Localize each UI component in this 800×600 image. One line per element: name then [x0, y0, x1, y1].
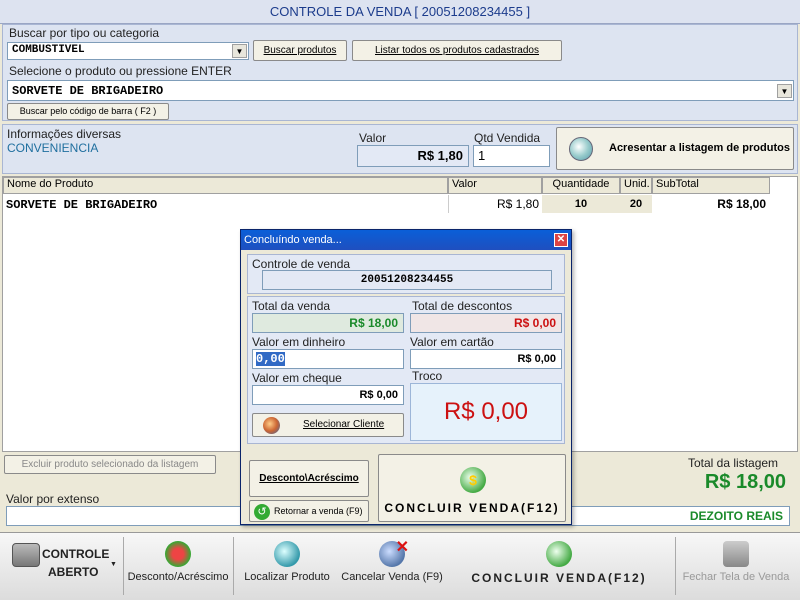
- close-icon: ✕: [395, 539, 409, 556]
- search-products-label: Buscar produtos: [263, 45, 337, 56]
- toolbar-cancelar-label: Cancelar Venda (F9): [341, 571, 443, 583]
- dinheiro-label: Valor em dinheiro: [252, 335, 346, 349]
- discount-icon: [165, 541, 191, 567]
- toolbar-localizar-button[interactable]: Localizar Produto: [240, 541, 334, 583]
- dialog-desconto-button[interactable]: Desconto\Acréscimo: [249, 460, 369, 497]
- toolbar-separator: [233, 537, 234, 595]
- product-select-value: SORVETE DE BRIGADEIRO: [12, 84, 164, 98]
- toolbar-concluir-label: CONCLUIR VENDA(F12): [471, 571, 647, 585]
- dialog-title: Concluíndo venda...: [241, 230, 571, 250]
- toolbar-localizar-label: Localizar Produto: [244, 571, 330, 583]
- cheque-label: Valor em cheque: [252, 371, 342, 385]
- cell-valor: R$ 1,80: [448, 195, 542, 213]
- money-globe-icon: [546, 541, 572, 567]
- control-field: 20051208234455: [262, 270, 552, 290]
- qty-label: Qtd Vendida: [474, 131, 541, 145]
- exit-door-icon: [723, 541, 749, 567]
- bottom-toolbar: CONTROLE ABERTO ▼ Desconto/Acréscimo Loc…: [0, 532, 800, 600]
- list-all-products-label: Listar todos os produtos cadastrados: [375, 45, 539, 56]
- cell-qtd: 10: [542, 195, 620, 213]
- toolbar-concluir-button[interactable]: CONCLUIR VENDA(F12): [466, 541, 652, 585]
- add-to-list-button[interactable]: Acresentar a listagem de produtos: [556, 127, 794, 170]
- remove-product-button[interactable]: Excluir produto selecionado da listagem: [4, 455, 216, 474]
- col-header-subtotal[interactable]: SubTotal: [652, 177, 770, 194]
- category-select-value: COMBUSTIVEL: [12, 44, 85, 56]
- window-title: CONTROLE DA VENDA [ 20051208234455 ]: [0, 0, 800, 24]
- conclude-sale-dialog: Concluíndo venda... ✕ Controle de venda …: [240, 229, 572, 525]
- money-globe-icon: $: [460, 467, 486, 493]
- dialog-payment-panel: Total da venda R$ 18,00 Total de descont…: [247, 296, 565, 444]
- cartao-label: Valor em cartão: [410, 335, 494, 349]
- product-select[interactable]: SORVETE DE BRIGADEIRO ▼: [7, 80, 794, 101]
- total-listing-value: R$ 18,00: [704, 471, 786, 493]
- controle-line1: CONTROLE: [42, 547, 110, 561]
- col-header-name[interactable]: Nome do Produto: [3, 177, 448, 194]
- cartao-field[interactable]: R$ 0,00: [410, 349, 562, 369]
- total-venda-label: Total da venda: [252, 299, 331, 313]
- total-desc-label: Total de descontos: [412, 299, 513, 313]
- category-label: Buscar por tipo ou categoria: [9, 26, 160, 40]
- troco-label: Troco: [412, 369, 443, 383]
- list-all-products-button[interactable]: Listar todos os produtos cadastrados: [352, 40, 562, 61]
- select-client-button[interactable]: Selecionar Cliente: [252, 413, 404, 437]
- misc-info-label: Informações diversas: [7, 127, 122, 141]
- toolbar-cancelar-button[interactable]: ✕ Cancelar Venda (F9): [340, 539, 444, 583]
- total-venda-field: R$ 18,00: [252, 313, 404, 333]
- category-select[interactable]: COMBUSTIVEL ▼: [7, 42, 249, 60]
- troco-box: R$ 0,00: [410, 383, 562, 441]
- cancel-icon: ✕: [379, 539, 409, 567]
- search-product-icon: [274, 541, 300, 567]
- control-label: Controle de venda: [252, 257, 351, 271]
- dinheiro-value: 0,00: [256, 352, 285, 366]
- toolbar-fechar-label: Fechar Tela de Venda: [682, 571, 790, 583]
- dialog-desconto-label: Desconto\Acréscimo: [259, 473, 359, 484]
- toolbar-desconto-label: Desconto/Acréscimo: [127, 571, 229, 583]
- extenso-value: DEZOITO REAIS: [689, 509, 783, 523]
- misc-info-value: CONVENIENCIA: [7, 141, 99, 155]
- close-icon[interactable]: ✕: [554, 233, 568, 247]
- add-to-list-label: Acresentar a listagem de produtos: [609, 142, 790, 154]
- return-arrow-icon: ↺: [254, 504, 270, 520]
- qty-field[interactable]: 1: [473, 145, 550, 167]
- barcode-search-button[interactable]: Buscar pelo código de barra ( F2 ): [7, 103, 169, 120]
- search-products-button[interactable]: Buscar produtos: [253, 40, 347, 61]
- price-label: Valor: [359, 131, 387, 145]
- extenso-label: Valor por extenso: [6, 492, 100, 506]
- chevron-down-icon[interactable]: ▼: [232, 44, 247, 58]
- disc-add-icon: [569, 137, 593, 161]
- chevron-down-icon[interactable]: ▼: [777, 84, 792, 98]
- register-icon: [12, 543, 40, 567]
- toolbar-separator: [123, 537, 124, 595]
- chevron-down-icon: ▼: [110, 561, 117, 568]
- table-row[interactable]: SORVETE DE BRIGADEIRO R$ 1,80 10 20 R$ 1…: [3, 195, 770, 213]
- col-header-valor[interactable]: Valor: [448, 177, 542, 194]
- toolbar-separator: [675, 537, 676, 595]
- total-listing-label: Total da listagem: [688, 456, 779, 470]
- toolbar-fechar-button[interactable]: Fechar Tela de Venda: [678, 541, 794, 583]
- select-client-label: Selecionar Cliente: [303, 419, 385, 430]
- toolbar-desconto-button[interactable]: Desconto/Acréscimo: [126, 541, 230, 583]
- dialog-concluir-button[interactable]: $ CONCLUIR VENDA(F12): [378, 454, 566, 522]
- cell-unid: 20: [620, 195, 652, 213]
- cheque-field[interactable]: R$ 0,00: [252, 385, 404, 405]
- dialog-control-panel: Controle de venda 20051208234455: [247, 254, 565, 294]
- controle-line2: ABERTO: [48, 565, 99, 579]
- dialog-retornar-button[interactable]: ↺ Retornar a venda (F9): [249, 500, 369, 522]
- col-header-quantidade[interactable]: Quantidade: [542, 177, 620, 194]
- client-icon: [263, 417, 280, 434]
- cell-name: SORVETE DE BRIGADEIRO: [6, 198, 158, 212]
- dialog-retornar-label: Retornar a venda (F9): [274, 506, 363, 516]
- cell-subtotal: R$ 18,00: [717, 197, 766, 211]
- dialog-concluir-label: CONCLUIR VENDA(F12): [384, 501, 560, 515]
- troco-value: R$ 0,00: [443, 398, 529, 425]
- info-panel: Informações diversas CONVENIENCIA Valor …: [2, 124, 798, 174]
- col-header-unid[interactable]: Unid.: [620, 177, 652, 194]
- price-field: R$ 1,80: [357, 145, 469, 167]
- total-desc-field: R$ 0,00: [410, 313, 562, 333]
- select-product-label: Selecione o produto ou pressione ENTER: [9, 64, 232, 78]
- dinheiro-field[interactable]: 0,00: [252, 349, 404, 369]
- search-panel: Buscar por tipo ou categoria COMBUSTIVEL…: [2, 24, 798, 121]
